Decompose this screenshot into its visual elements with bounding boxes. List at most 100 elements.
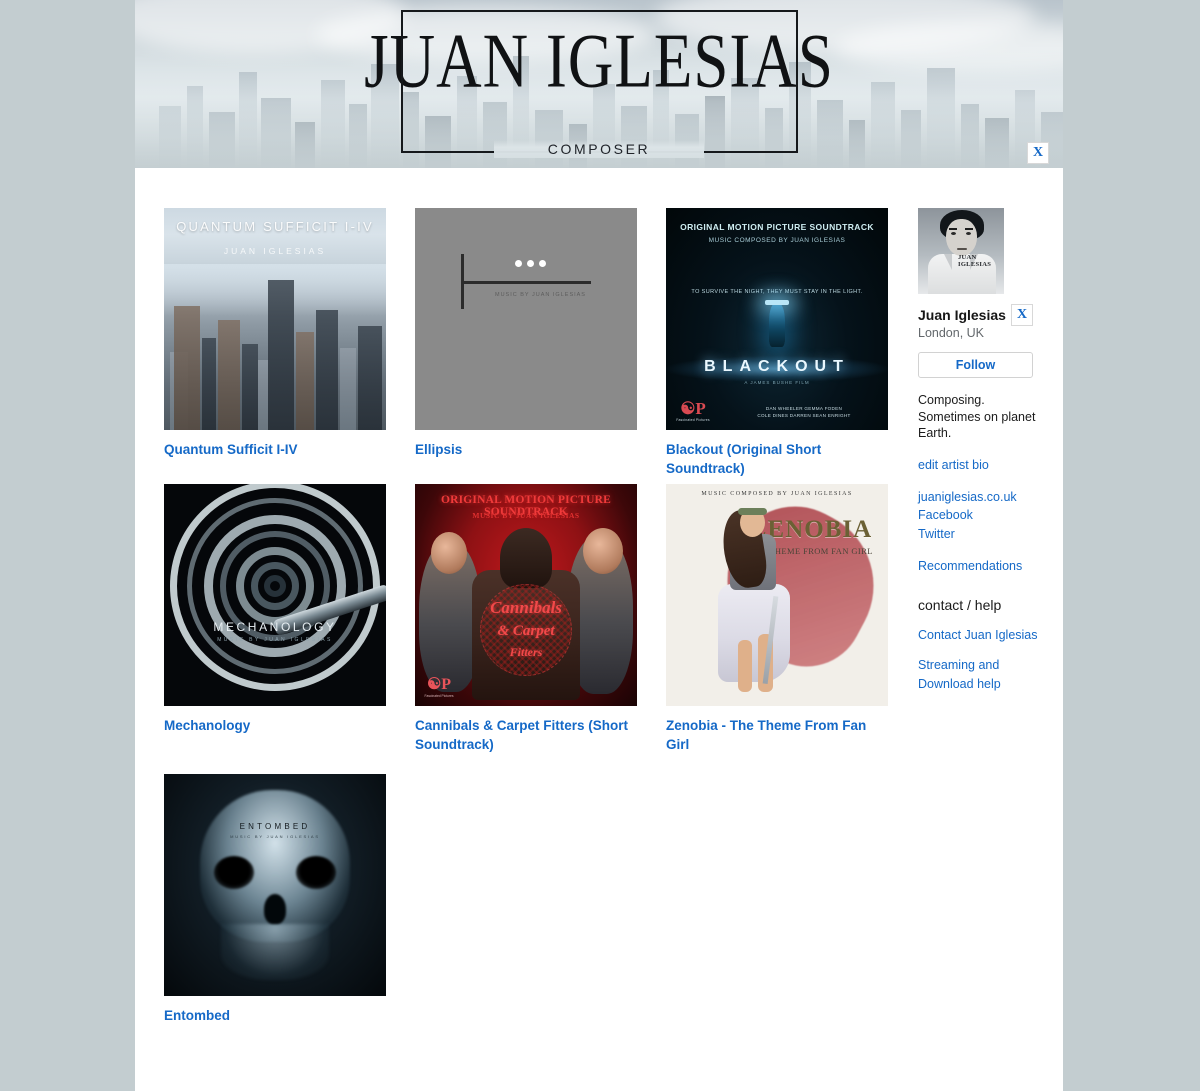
cover-ring	[264, 575, 286, 598]
contact-artist-link[interactable]: Contact Juan Iglesias	[918, 626, 1040, 645]
cover-credit-text: JUAN IGLESIAS	[223, 246, 327, 256]
cover-building	[316, 310, 338, 430]
cover-line2-text: MUSIC COMPOSED BY JUAN IGLESIAS	[708, 237, 846, 244]
album-cover-quantum-sufficit[interactable]: QUANTUM SUFFICIT I-IV JUAN IGLESIAS	[164, 208, 386, 430]
cover-tagline-text: TO SURVIVE THE NIGHT, THEY MUST STAY IN …	[691, 289, 863, 295]
cover-line1-text: ORIGINAL MOTION PICTURE SOUNDTRACK	[680, 222, 874, 232]
studio-logo: ☯P Fascinated Pictures	[676, 400, 710, 422]
avatar-brow	[965, 228, 973, 230]
edit-artist-bio-link[interactable]: edit artist bio	[918, 456, 1040, 475]
avatar-signature-text: JUAN IGLESIAS	[958, 254, 992, 268]
album-cover-zenobia[interactable]: MUSIC COMPOSED BY JUAN IGLESIAS ZENOBIA …	[666, 484, 888, 706]
avatar-mouth	[957, 248, 967, 250]
cover-skull-eye	[214, 856, 254, 889]
album-cover-entombed[interactable]: ENTOMBED MUSIC BY JUAN IGLESIAS	[164, 774, 386, 996]
cover-top-text: MUSIC COMPOSED BY JUAN IGLESIAS	[701, 491, 853, 497]
cover-credit-text: MUSIC BY JUAN IGLESIAS	[217, 637, 333, 643]
album-title-link[interactable]: Ellipsis	[415, 440, 637, 459]
cover-title-text: ENTOMBED	[239, 822, 311, 831]
streaming-download-help-link[interactable]: Streaming and Download help	[918, 656, 1040, 694]
studio-name-text: Fascinated Pictures	[424, 694, 454, 698]
cover-face-left	[431, 532, 467, 574]
cover-torch-shape	[765, 300, 789, 305]
close-icon[interactable]: X	[1027, 142, 1049, 164]
skyline-building	[159, 106, 181, 168]
cover-building	[358, 326, 382, 430]
page-container: JUAN IGLESIAS COMPOSER X QUANTUM SUFFICI…	[135, 0, 1063, 1091]
skyline-building	[961, 104, 979, 168]
studio-mark-icon: ☯P	[680, 399, 706, 418]
avatar-face	[946, 219, 977, 256]
cover-building	[268, 280, 294, 430]
logo-frame	[401, 10, 798, 153]
cover-line2-text: MUSIC BY JUAN IGLESIAS	[472, 511, 580, 520]
site-subtitle: COMPOSER	[547, 141, 651, 157]
cover-figure-skirt	[718, 584, 790, 682]
cover-credit-text: MUSIC BY JUAN IGLESIAS	[230, 834, 320, 839]
avatar-container: JUAN IGLESIAS X	[918, 208, 1033, 326]
avatar-brow	[949, 228, 957, 230]
avatar-eye	[966, 232, 971, 235]
cover-building	[218, 320, 240, 430]
follow-button[interactable]: Follow	[918, 352, 1033, 378]
external-links-group: juaniglesias.co.uk Facebook Twitter	[918, 488, 1040, 544]
avatar-collar	[944, 254, 952, 270]
album-title-link[interactable]: Cannibals & Carpet Fitters (Short Soundt…	[415, 716, 637, 754]
album-title-link[interactable]: Blackout (Original Short Soundtrack)	[666, 440, 888, 478]
cover-figure-leg	[738, 640, 752, 692]
cover-skull-jaw	[221, 924, 329, 980]
studio-logo: ☯P Fascinated Pictures	[423, 676, 455, 699]
cover-building	[340, 348, 356, 430]
cover-title-text: MECHANOLOGY	[213, 620, 337, 634]
album-cover-blackout[interactable]: ORIGINAL MOTION PICTURE SOUNDTRACK MUSIC…	[666, 208, 888, 430]
album-card: ORIGINAL MOTION PICTURE SOUNDTRACK MUSIC…	[666, 208, 888, 478]
close-icon[interactable]: X	[1011, 304, 1033, 326]
cover-credits-text: DAN WHEELER GEMMA FODEN COLE DINES DARRE…	[757, 406, 851, 419]
album-title-link[interactable]: Zenobia - The Theme From Fan Girl	[666, 716, 888, 754]
recommendations-link[interactable]: Recommendations	[918, 557, 1040, 576]
avatar-eye	[951, 232, 956, 235]
cover-face-right	[583, 528, 623, 574]
skyline-building	[817, 100, 843, 168]
cover-figure-shape	[769, 303, 785, 347]
cover-building	[296, 332, 314, 430]
main-content: QUANTUM SUFFICIT I-IV JUAN IGLESIAS Quan…	[135, 168, 1063, 1023]
website-link[interactable]: juaniglesias.co.uk	[918, 488, 1040, 507]
album-title-link[interactable]: Entombed	[164, 1006, 386, 1025]
artist-location: London, UK	[918, 326, 985, 340]
cover-line-horizontal	[461, 281, 591, 284]
cover-title-text: BLACKOUT	[704, 358, 850, 375]
album-card: ORIGINAL MOTION PICTURE SOUNDTRACK MUSIC…	[415, 484, 637, 754]
album-card: QUANTUM SUFFICIT I-IV JUAN IGLESIAS Quan…	[164, 208, 386, 459]
contact-help-heading: contact / help	[918, 596, 1002, 613]
skyline-building	[901, 110, 921, 168]
skyline-building	[349, 104, 367, 168]
studio-name-text: Fascinated Pictures	[676, 418, 710, 422]
album-card: MECHANOLOGY MUSIC BY JUAN IGLESIAS Mecha…	[164, 484, 386, 735]
cover-credit-text: MUSIC BY JUAN IGLESIAS	[495, 292, 586, 298]
album-title-link[interactable]: Mechanology	[164, 716, 386, 735]
studio-mark-icon: ☯P	[426, 676, 452, 693]
facebook-link[interactable]: Facebook	[918, 506, 1040, 525]
skyline-building	[209, 112, 235, 168]
album-cover-cannibals[interactable]: ORIGINAL MOTION PICTURE SOUNDTRACK MUSIC…	[415, 484, 637, 706]
cover-name-line2: & Carpet	[497, 623, 555, 639]
cover-director-text: A JAMES BUSHE FILM	[744, 380, 810, 385]
cover-building	[174, 306, 200, 430]
cover-name-line1: Cannibals	[490, 598, 562, 617]
cover-head-center	[500, 528, 552, 588]
album-title-link[interactable]: Quantum Sufficit I-IV	[164, 440, 386, 459]
twitter-link[interactable]: Twitter	[918, 525, 1040, 544]
cover-figure-headband	[738, 508, 767, 515]
cover-skull-nose	[264, 894, 286, 924]
artist-bio: Composing. Sometimes on planet Earth.	[918, 393, 1036, 441]
album-cover-ellipsis[interactable]: MUSIC BY JUAN IGLESIAS	[415, 208, 637, 430]
album-cover-mechanology[interactable]: MECHANOLOGY MUSIC BY JUAN IGLESIAS	[164, 484, 386, 706]
ellipsis-dots-icon	[515, 260, 546, 267]
artist-banner: JUAN IGLESIAS COMPOSER X	[135, 0, 1063, 168]
cover-building	[242, 344, 258, 430]
avatar[interactable]: JUAN IGLESIAS	[918, 208, 1004, 294]
artist-sidebar: JUAN IGLESIAS X Juan Iglesias London, UK…	[918, 208, 1040, 694]
album-card: MUSIC COMPOSED BY JUAN IGLESIAS ZENOBIA …	[666, 484, 888, 754]
cover-building	[202, 338, 216, 430]
